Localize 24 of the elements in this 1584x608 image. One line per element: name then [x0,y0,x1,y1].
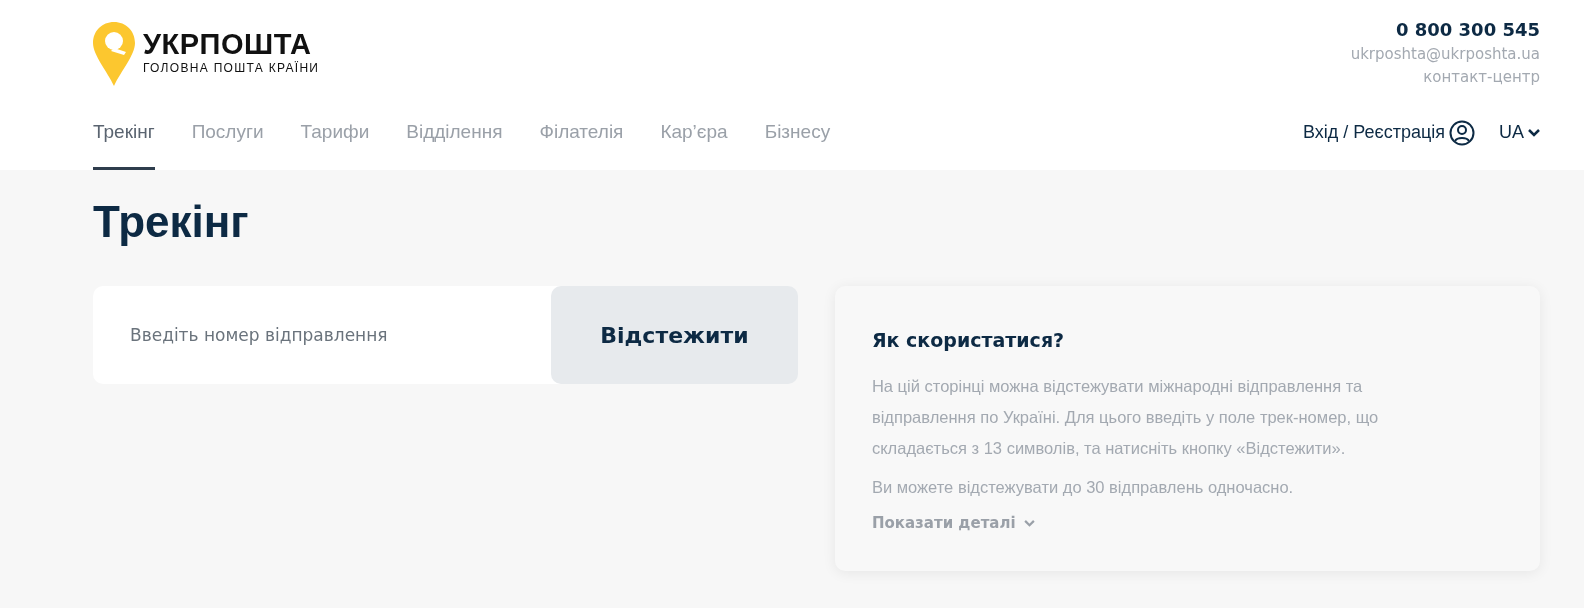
help-paragraph: Ви можете відстежувати до 30 відправлень одночасно. [871,476,1295,498]
nav-tab[interactable]: Послуги [191,102,264,170]
help-paragraph: На цій сторінці можна відстежувати міжнародні відправлення та відправлення по Україні. Для цього введіть у поле трек-номер, що складається з 13 символів, та натисніть кнопку «Відстежити». [871,375,1380,459]
nav-tab[interactable]: Кар’єра [660,102,728,170]
contact-center-label: контакт-центр [1422,66,1540,88]
chevron-down-icon [1023,519,1035,527]
chevron-down-icon [1528,128,1540,137]
nav-tab[interactable]: Тарифи [300,102,370,170]
map-pin-logo-icon [93,21,135,86]
show-details-link[interactable]: Показати деталі [871,511,1035,535]
nav-tab[interactable]: Відділення [406,102,503,170]
track-button[interactable]: Відстежити [550,286,798,385]
nav-tab[interactable]: Трекінг [93,102,155,170]
logo-wordmark: УКРПОШТА [143,30,313,59]
language-selector[interactable]: UA [1499,119,1540,147]
logo-tagline: ГОЛОВНА ПОШТА КРАЇНИ [143,60,320,77]
help-title: Як скористатися? [871,328,1066,354]
phone-number: 0 800 300 545 [1394,18,1540,42]
user-icon [1449,119,1475,146]
nav-tab[interactable]: Бізнесу [764,102,831,170]
login-link[interactable]: Вхід / Реєстрація [1302,119,1475,147]
nav-tab[interactable]: Філателія [539,102,624,170]
email-link[interactable]: ukrposhta@ukrposhta.ua [1350,43,1540,66]
page-title: Трекінг [93,195,250,248]
